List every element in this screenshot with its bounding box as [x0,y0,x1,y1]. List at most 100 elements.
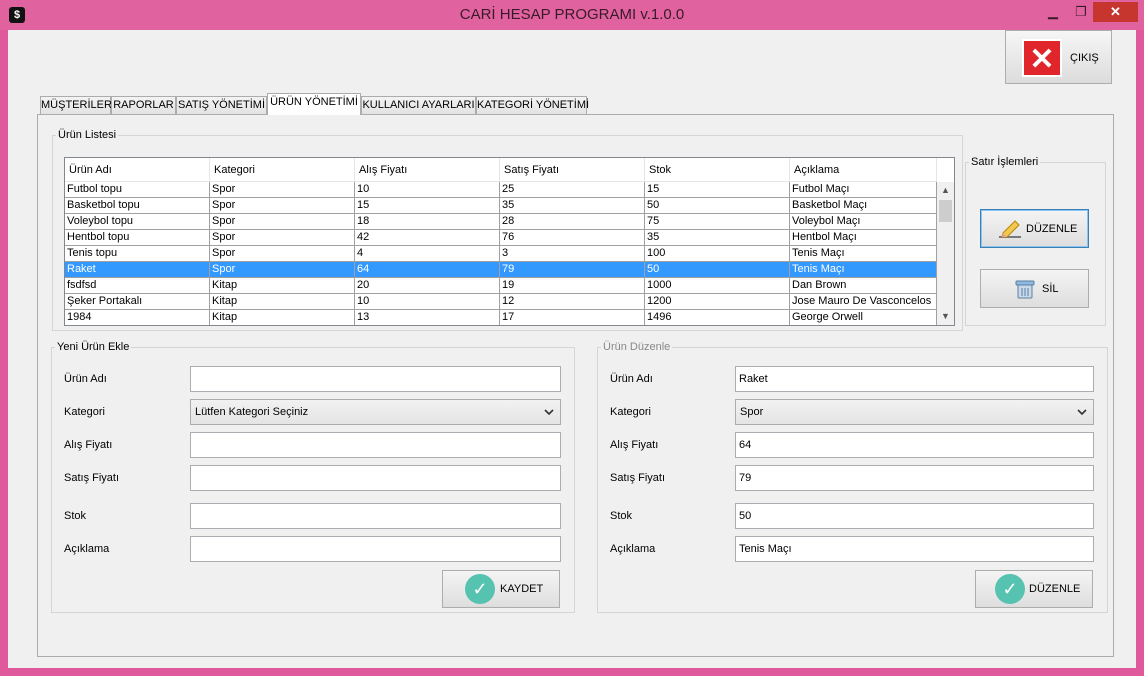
tab-urun-yonetimi[interactable]: ÜRÜN YÖNETİMİ [267,93,361,115]
minimize-button[interactable]: ▁ [1036,2,1070,22]
table-row[interactable]: Şeker Portakalı Kitap 10 12 1200 Jose Mauro D… [65,294,937,310]
column-header-satis-fiyati[interactable]: Satış Fiyatı [500,158,645,182]
scroll-up-arrow-icon[interactable]: ▲ [937,182,954,199]
cell-satis-fiyati[interactable]: 12 [500,294,645,310]
cell-kategori[interactable]: Spor [210,262,355,278]
cell-kategori[interactable]: Spor [210,214,355,230]
new-name-input[interactable] [190,366,561,392]
cell-alis-fiyati[interactable]: 10 [355,182,500,198]
cell-alis-fiyati[interactable]: 10 [355,294,500,310]
cell-kategori[interactable]: Kitap [210,294,355,310]
cell-aciklama[interactable]: Tenis Maçı [790,246,937,262]
cell-alis-fiyati[interactable]: 20 [355,278,500,294]
table-row[interactable]: Voleybol topu Spor 18 28 75 Voleybol Maçı [65,214,937,230]
table-row[interactable]: Raket Spor 64 79 50 Tenis Maçı [65,262,937,278]
cell-urun-adi[interactable]: Voleybol topu [65,214,210,230]
table-row[interactable]: 1984 Kitap 13 17 1496 George Orwell [65,310,937,325]
edit-stock-input[interactable]: 50 [735,503,1094,529]
edit-name-input[interactable]: Raket [735,366,1094,392]
cell-kategori[interactable]: Spor [210,230,355,246]
cell-urun-adi[interactable]: Şeker Portakalı [65,294,210,310]
cell-urun-adi[interactable]: Hentbol topu [65,230,210,246]
cell-stok[interactable]: 50 [645,262,790,278]
cell-stok[interactable]: 75 [645,214,790,230]
cell-alis-fiyati[interactable]: 15 [355,198,500,214]
column-header-stok[interactable]: Stok [645,158,790,182]
cell-urun-adi[interactable]: Tenis topu [65,246,210,262]
cell-kategori[interactable]: Spor [210,182,355,198]
new-category-select[interactable]: Lütfen Kategori Seçiniz [190,399,561,425]
cell-satis-fiyati[interactable]: 35 [500,198,645,214]
cell-aciklama[interactable]: Jose Mauro De Vasconcelos [790,294,937,310]
column-header-urun-adi[interactable]: Ürün Adı [65,158,210,182]
product-grid[interactable]: Ürün Adı Kategori Alış Fiyatı Satış Fiya… [64,157,955,326]
cell-stok[interactable]: 1496 [645,310,790,325]
cell-aciklama[interactable]: George Orwell [790,310,937,325]
row-delete-button[interactable]: SİL [980,269,1089,308]
tab-satis-yonetimi[interactable]: SATIŞ YÖNETİMİ [176,96,267,114]
cell-stok[interactable]: 100 [645,246,790,262]
cell-stok[interactable]: 1000 [645,278,790,294]
cell-urun-adi[interactable]: Raket [65,262,210,278]
tab-musteriler[interactable]: MÜŞTERİLER [40,96,112,114]
cell-kategori[interactable]: Spor [210,246,355,262]
cell-aciklama[interactable]: Futbol Maçı [790,182,937,198]
cell-alis-fiyati[interactable]: 4 [355,246,500,262]
maximize-button[interactable]: ❐ [1070,2,1092,22]
update-button[interactable]: ✓ DÜZENLE [975,570,1093,608]
cell-aciklama[interactable]: Dan Brown [790,278,937,294]
cell-aciklama[interactable]: Voleybol Maçı [790,214,937,230]
table-row[interactable]: Basketbol topu Spor 15 35 50 Basketbol Maçı [65,198,937,214]
cell-satis-fiyati[interactable]: 76 [500,230,645,246]
table-row[interactable]: Hentbol topu Spor 42 76 35 Hentbol Maçı [65,230,937,246]
window-close-button[interactable]: ✕ [1093,2,1138,22]
column-header-kategori[interactable]: Kategori [210,158,355,182]
scroll-thumb[interactable] [939,200,952,222]
column-header-aciklama[interactable]: Açıklama [790,158,937,182]
row-edit-button[interactable]: DÜZENLE [980,209,1089,248]
cell-urun-adi[interactable]: fsdfsd [65,278,210,294]
cell-urun-adi[interactable]: 1984 [65,310,210,325]
table-row[interactable]: fsdfsd Kitap 20 19 1000 Dan Brown [65,278,937,294]
cell-stok[interactable]: 1200 [645,294,790,310]
new-buy-input[interactable] [190,432,561,458]
edit-category-select[interactable]: Spor [735,399,1094,425]
cell-satis-fiyati[interactable]: 17 [500,310,645,325]
cell-satis-fiyati[interactable]: 25 [500,182,645,198]
cell-alis-fiyati[interactable]: 42 [355,230,500,246]
cell-aciklama[interactable]: Basketbol Maçı [790,198,937,214]
table-row[interactable]: Tenis topu Spor 4 3 100 Tenis Maçı [65,246,937,262]
new-desc-input[interactable] [190,536,561,562]
cell-stok[interactable]: 15 [645,182,790,198]
cell-alis-fiyati[interactable]: 13 [355,310,500,325]
grid-vertical-scrollbar[interactable]: ▲ ▼ [937,182,954,325]
cell-satis-fiyati[interactable]: 28 [500,214,645,230]
save-button[interactable]: ✓ KAYDET [442,570,560,608]
cell-satis-fiyati[interactable]: 19 [500,278,645,294]
cell-aciklama[interactable]: Tenis Maçı [790,262,937,278]
tab-kategori-yonetimi[interactable]: KATEGORİ YÖNETİMİ [476,96,589,114]
cell-satis-fiyati[interactable]: 3 [500,246,645,262]
tab-raporlar[interactable]: RAPORLAR [111,96,176,114]
tab-kullanici-ayarlari[interactable]: KULLANICI AYARLARI [361,96,476,114]
column-header-alis-fiyati[interactable]: Alış Fiyatı [355,158,500,182]
cell-urun-adi[interactable]: Basketbol topu [65,198,210,214]
cell-kategori[interactable]: Kitap [210,278,355,294]
cell-kategori[interactable]: Kitap [210,310,355,325]
cell-alis-fiyati[interactable]: 18 [355,214,500,230]
table-row[interactable]: Futbol topu Spor 10 25 15 Futbol Maçı [65,182,937,198]
cell-stok[interactable]: 50 [645,198,790,214]
cell-aciklama[interactable]: Hentbol Maçı [790,230,937,246]
cell-kategori[interactable]: Spor [210,198,355,214]
edit-desc-input[interactable]: Tenis Maçı [735,536,1094,562]
scroll-down-arrow-icon[interactable]: ▼ [937,308,954,325]
edit-buy-input[interactable]: 64 [735,432,1094,458]
edit-sell-input[interactable]: 79 [735,465,1094,491]
new-stock-input[interactable] [190,503,561,529]
cell-stok[interactable]: 35 [645,230,790,246]
new-sell-input[interactable] [190,465,561,491]
exit-button[interactable]: ✕ ÇIKIŞ [1005,30,1112,84]
cell-alis-fiyati[interactable]: 64 [355,262,500,278]
cell-urun-adi[interactable]: Futbol topu [65,182,210,198]
cell-satis-fiyati[interactable]: 79 [500,262,645,278]
